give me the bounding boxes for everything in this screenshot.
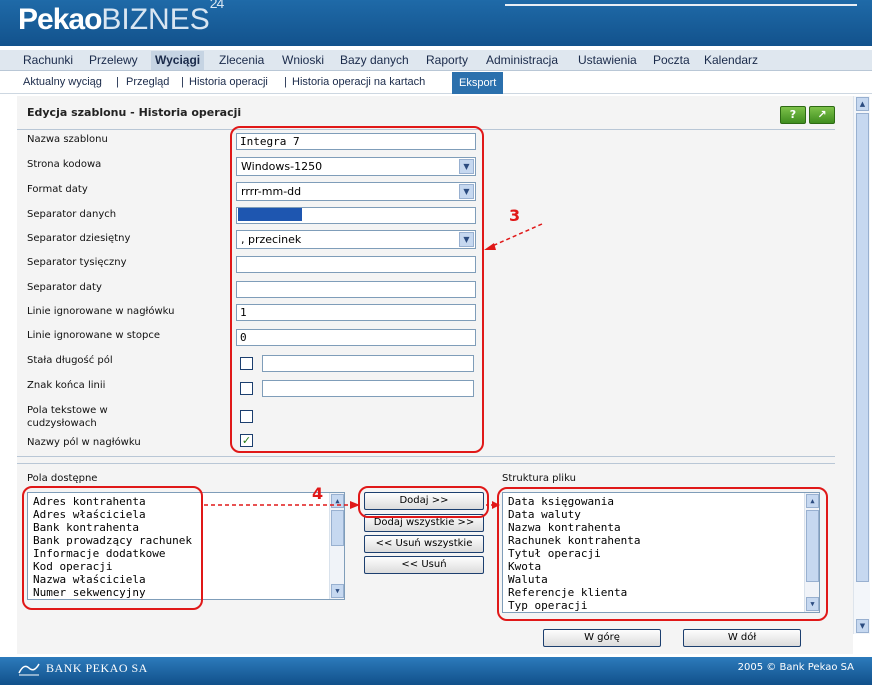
header-lines-label: Linie ignorowane w nagłówku [27, 306, 175, 317]
template-name-label: Nazwa szablonu [27, 134, 108, 145]
page-scrollbar[interactable]: ▲ ▼ [853, 96, 870, 634]
annotation-arrow-4 [204, 501, 500, 509]
remove-all-button[interactable]: << Usuń wszystkie [364, 535, 484, 553]
footer-lines-label: Linie ignorowane w stopce [27, 330, 160, 341]
sub-menu: Aktualny wyciąg | Przegląd | Historia op… [0, 71, 872, 94]
submenu-aktualny-wyciag[interactable]: Aktualny wyciąg [23, 76, 102, 88]
annotation-box-structure [497, 487, 828, 621]
available-fields-label: Pola dostępne [27, 473, 98, 484]
menu-kalendarz[interactable]: Kalendarz [704, 53, 758, 67]
file-structure-label: Struktura pliku [502, 473, 576, 484]
brand-logo: PekaoBIZNES24 [18, 0, 224, 36]
date-format-label: Format daty [27, 184, 88, 195]
page-title: Edycja szablonu - Historia operacji [27, 106, 242, 119]
annotation-box-available [22, 486, 203, 610]
move-down-button[interactable]: W dół [683, 629, 801, 647]
menu-wyciagi[interactable]: Wyciągi [151, 51, 205, 70]
main-menu: Rachunki Przelewy Wyciągi Zlecenia Wnios… [0, 50, 872, 71]
section-divider-2 [17, 463, 835, 464]
section-divider [17, 456, 835, 457]
text-quoted-label: Pola tekstowe w cudzysłowach [27, 405, 108, 429]
bank-emblem-icon [18, 663, 40, 676]
menu-administracja[interactable]: Administracja [486, 53, 558, 67]
submenu-historia-kart[interactable]: Historia operacji na kartach [292, 76, 425, 88]
scroll-down-icon[interactable]: ▼ [331, 584, 344, 598]
submenu-separator: | [116, 76, 119, 88]
annotation-box-3 [230, 126, 484, 453]
menu-bazy-danych[interactable]: Bazy danych [340, 53, 409, 67]
submenu-separator: | [181, 76, 184, 88]
footer-copyright: 2005 © Bank Pekao SA [737, 662, 854, 673]
footer: BANK PEKAO SA 2005 © Bank Pekao SA [0, 657, 872, 685]
expand-button[interactable]: ↗ [809, 106, 835, 124]
thousands-separator-label: Separator tysięczny [27, 257, 127, 268]
menu-raporty[interactable]: Raporty [426, 53, 468, 67]
fixed-length-label: Stała długość pól [27, 355, 113, 366]
remove-button[interactable]: << Usuń [364, 556, 484, 574]
encoding-label: Strona kodowa [27, 159, 102, 170]
menu-ustawienia[interactable]: Ustawienia [578, 53, 637, 67]
top-header: PekaoBIZNES24 [0, 0, 872, 50]
menu-zlecenia[interactable]: Zlecenia [219, 53, 264, 67]
submenu-przeglad[interactable]: Przegląd [126, 76, 169, 88]
data-separator-label: Separator danych [27, 209, 117, 220]
header-decor-line [505, 4, 857, 6]
menu-rachunki[interactable]: Rachunki [23, 53, 73, 67]
field-names-header-label: Nazwy pól w nagłówku [27, 437, 141, 448]
line-end-label: Znak końca linii [27, 380, 106, 391]
submenu-separator: | [284, 76, 287, 88]
footer-bank-name: BANK PEKAO SA [46, 661, 148, 675]
menu-wnioski[interactable]: Wnioski [282, 53, 324, 67]
menu-przelewy[interactable]: Przelewy [89, 53, 138, 67]
decimal-separator-label: Separator dziesiętny [27, 233, 131, 244]
help-button[interactable]: ? [780, 106, 806, 124]
submenu-historia-operacji[interactable]: Historia operacji [189, 76, 268, 88]
submenu-eksport[interactable]: Eksport [452, 72, 504, 94]
menu-poczta[interactable]: Poczta [653, 53, 690, 67]
annotation-arrow-3 [484, 223, 543, 250]
scroll-up-icon[interactable]: ▲ [856, 97, 869, 111]
scroll-thumb[interactable] [856, 113, 869, 582]
scroll-down-icon[interactable]: ▼ [856, 619, 869, 633]
move-up-button[interactable]: W górę [543, 629, 661, 647]
scroll-thumb[interactable] [331, 510, 344, 546]
date-separator-label: Separator daty [27, 282, 102, 293]
